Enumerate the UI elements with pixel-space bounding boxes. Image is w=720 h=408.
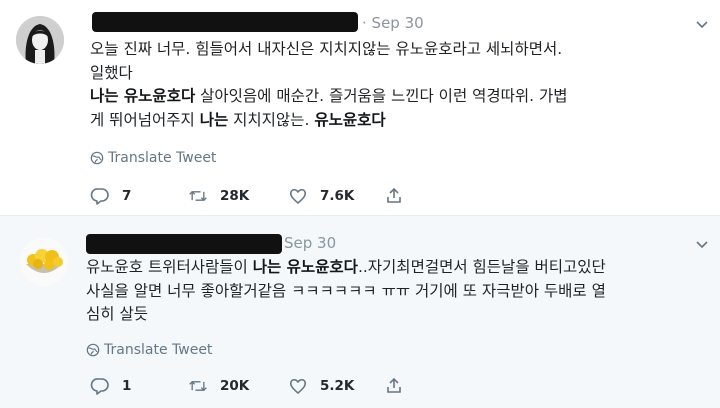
dark-haired-character-avatar-icon (16, 16, 64, 64)
reply-count: 7 (122, 188, 132, 204)
translate-label: Translate Tweet (108, 150, 217, 166)
tweet-line: 사실을 알면 너무 좋아할거같음 ㅋㅋㅋㅋㅋㅋ ㅠㅠ 거기에 또 자극받아 두배… (86, 280, 706, 304)
reply-button[interactable]: 7 (90, 186, 131, 206)
text-run: 심히 살듯 (86, 305, 148, 323)
tweet[interactable]: Sep 30 유노윤호 트위터사람들이 나는 유노윤호다..자기최면걸면서 힘든… (0, 216, 720, 408)
heart-icon (289, 378, 307, 394)
retweet-count: 20K (220, 378, 250, 394)
reply-button[interactable]: 1 (90, 376, 131, 396)
tweet-line: 유노윤호 트위터사람들이 나는 유노윤호다..자기최면걸면서 힘든날을 버티고있… (86, 256, 706, 280)
share-icon (387, 187, 401, 203)
bold-text-run: 나는 유노윤호다 (252, 258, 358, 276)
text-run: 사실을 알면 너무 좋아할거같음 ㅋㅋㅋㅋㅋㅋ ㅠㅠ 거기에 또 자극받아 두배… (86, 281, 606, 300)
bold-text-run: 유노윤호다 (314, 110, 386, 129)
bold-text-run: 나는 유노윤호다 (90, 87, 196, 105)
like-count: 5.2K (320, 378, 355, 394)
translate-label: Translate Tweet (104, 342, 213, 358)
text-run: 오늘 진짜 너무. 힘들어서 내자신은 지치지않는 유노윤호라고 세뇌하면서. (90, 40, 563, 58)
tweet-text: 유노윤호 트위터사람들이 나는 유노윤호다..자기최면걸면서 힘든날을 버티고있… (86, 256, 706, 327)
retweet-icon (189, 380, 207, 392)
retweet-icon (189, 190, 207, 202)
retweet-button[interactable]: 28K (188, 186, 249, 206)
heart-icon (289, 188, 307, 204)
tweet-text: 오늘 진짜 너무. 힘들어서 내자신은 지치지않는 유노윤호라고 세뇌하면서. … (90, 38, 710, 132)
tweet-line: 심히 살듯 (86, 303, 706, 327)
chevron-down-icon[interactable] (694, 16, 710, 32)
retweet-button[interactable]: 20K (188, 376, 249, 396)
text-run: 게 뛰어넘어주지 (90, 110, 200, 129)
text-run: 일했다 (90, 63, 133, 82)
reply-icon (90, 188, 109, 205)
share-icon (387, 377, 401, 393)
text-run: 지치지않는. (228, 110, 315, 129)
retweet-count: 28K (220, 188, 250, 204)
reply-icon (90, 378, 109, 395)
tweet-line: 게 뛰어넘어주지 나는 지치지않는. 유노윤호다 (90, 109, 710, 133)
bold-text-run: 나는 (199, 110, 229, 129)
share-button[interactable] (384, 376, 404, 396)
text-run: ..자기최면걸면서 힘든날을 버티고있단 (357, 258, 606, 276)
reply-count: 1 (122, 378, 132, 394)
avatar[interactable] (16, 16, 64, 64)
tweet[interactable]: · Sep 30 오늘 진짜 너무. 힘들어서 내자신은 지치지않는 유노윤호라… (0, 0, 720, 216)
avatar[interactable] (20, 238, 68, 286)
popcorn-bowl-avatar-icon (20, 238, 68, 286)
like-button[interactable]: 5.2K (288, 376, 354, 396)
chevron-down-icon[interactable] (694, 236, 710, 252)
translate-tweet-link[interactable]: Translate Tweet (86, 342, 212, 358)
text-run: 살아잇음에 매순간. 즐거움을 느낀다 이런 역경따위. 가볍 (195, 87, 568, 105)
redacted-username[interactable] (92, 12, 358, 32)
tweet-date[interactable]: Sep 30 (284, 234, 336, 252)
globe-icon (90, 151, 104, 165)
like-count: 7.6K (320, 188, 355, 204)
translate-tweet-link[interactable]: Translate Tweet (90, 150, 216, 166)
tweet-line: 일했다 (90, 62, 710, 86)
tweet-line: 오늘 진짜 너무. 힘들어서 내자신은 지치지않는 유노윤호라고 세뇌하면서. (90, 38, 710, 62)
redacted-username[interactable] (86, 234, 282, 254)
like-button[interactable]: 7.6K (288, 186, 354, 206)
share-button[interactable] (384, 186, 404, 206)
text-run: 유노윤호 트위터사람들이 (86, 258, 253, 276)
tweet-date[interactable]: · Sep 30 (362, 14, 424, 32)
globe-icon (86, 343, 100, 357)
tweet-line: 나는 유노윤호다 살아잇음에 매순간. 즐거움을 느낀다 이런 역경따위. 가볍 (90, 85, 710, 109)
